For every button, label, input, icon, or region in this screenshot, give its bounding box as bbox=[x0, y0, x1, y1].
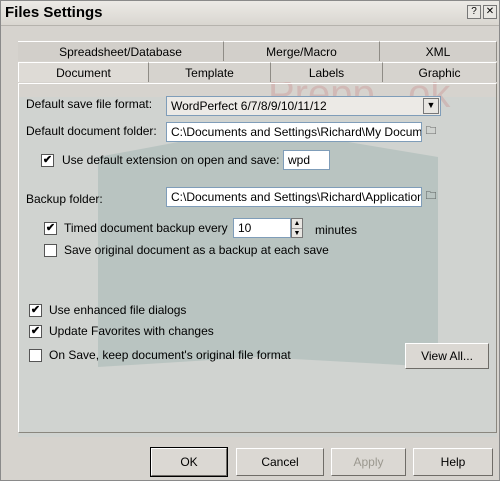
window-title: Files Settings bbox=[5, 4, 103, 21]
timed-backup-minutes-input[interactable]: 10 bbox=[233, 218, 291, 238]
timed-backup-label: Timed document backup every bbox=[64, 221, 228, 235]
close-icon[interactable]: ✕ bbox=[483, 5, 497, 19]
tab-xml[interactable]: XML bbox=[380, 41, 497, 61]
folder-icon[interactable]: 🗀 bbox=[423, 124, 439, 140]
ok-button[interactable]: OK bbox=[150, 447, 228, 477]
minutes-spinner[interactable]: ▲ ▼ bbox=[291, 218, 303, 238]
backup-folder-input[interactable]: C:\Documents and Settings\Richard\Applic… bbox=[166, 187, 422, 207]
cancel-button[interactable]: Cancel bbox=[236, 448, 324, 476]
backup-folder-label: Backup folder: bbox=[26, 192, 103, 206]
spin-up-icon[interactable]: ▲ bbox=[292, 219, 302, 228]
title-bar: Files Settings ? ✕ bbox=[1, 1, 499, 26]
view-all-button[interactable]: View All... bbox=[405, 343, 489, 369]
keep-format-label: On Save, keep document's original file f… bbox=[49, 348, 291, 362]
save-original-checkbox[interactable] bbox=[44, 244, 57, 257]
enhanced-dialogs-checkbox[interactable]: ✔ bbox=[29, 304, 42, 317]
tab-template[interactable]: Template bbox=[149, 62, 271, 82]
update-favorites-label: Update Favorites with changes bbox=[49, 324, 214, 338]
tab-spreadsheet-database[interactable]: Spreadsheet/Database bbox=[18, 41, 224, 61]
default-format-label: Default save file format: bbox=[26, 97, 153, 111]
tab-graphic[interactable]: Graphic bbox=[383, 62, 497, 82]
timed-backup-checkbox[interactable]: ✔ bbox=[44, 222, 57, 235]
save-original-label: Save original document as a backup at ea… bbox=[64, 243, 329, 257]
keep-format-checkbox[interactable] bbox=[29, 349, 42, 362]
default-folder-label: Default document folder: bbox=[26, 124, 157, 138]
help-button[interactable]: Help bbox=[413, 448, 493, 476]
chevron-down-icon[interactable]: ▼ bbox=[423, 98, 439, 114]
default-format-select[interactable]: WordPerfect 6/7/8/9/10/11/12 bbox=[166, 96, 441, 116]
default-folder-input[interactable]: C:\Documents and Settings\Richard\My Doc… bbox=[166, 122, 422, 142]
minutes-label: minutes bbox=[315, 223, 358, 237]
apply-button[interactable]: Apply bbox=[331, 448, 406, 476]
tab-merge-macro[interactable]: Merge/Macro bbox=[224, 41, 380, 61]
tab-labels[interactable]: Labels bbox=[271, 62, 383, 82]
use-default-extension-label: Use default extension on open and save: bbox=[62, 153, 280, 167]
extension-input[interactable]: wpd bbox=[283, 150, 330, 170]
spin-down-icon[interactable]: ▼ bbox=[292, 228, 302, 238]
tab-document[interactable]: Document bbox=[18, 62, 149, 82]
folder-icon[interactable]: 🗀 bbox=[423, 189, 439, 205]
apply-label: Apply bbox=[353, 455, 384, 469]
update-favorites-checkbox[interactable]: ✔ bbox=[29, 325, 42, 338]
files-settings-dialog: Files Settings ? ✕ Prepp...ok Spreadshee… bbox=[0, 0, 500, 481]
help-icon[interactable]: ? bbox=[467, 5, 481, 19]
enhanced-dialogs-label: Use enhanced file dialogs bbox=[49, 303, 187, 317]
use-default-extension-checkbox[interactable]: ✔ bbox=[41, 154, 54, 167]
